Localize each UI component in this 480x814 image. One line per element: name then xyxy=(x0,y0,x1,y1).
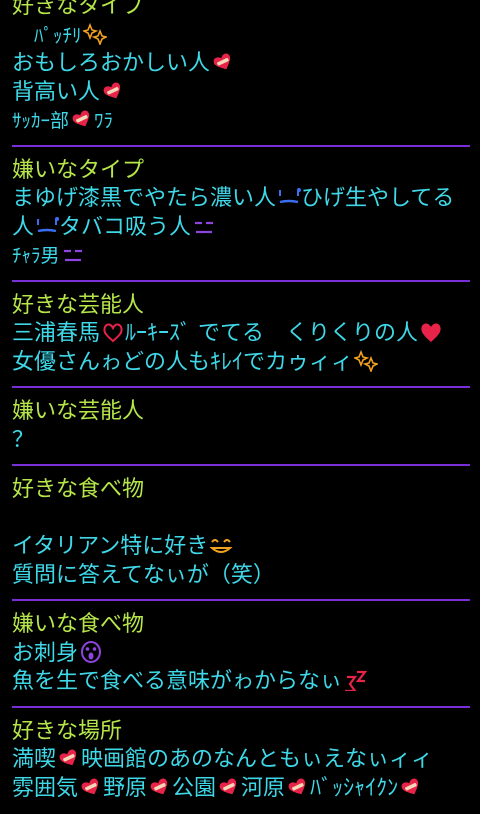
line-text: 三浦春馬 xyxy=(12,321,101,346)
line-text: ﾁｬﾗ男 xyxy=(12,245,60,267)
section-line: おもしろおかしい人 xyxy=(12,50,470,79)
sweat-face-icon xyxy=(277,186,302,208)
section-line: 雰囲気 野原 公園 河原 ﾊﾞｯｼｬｲｸﾝ xyxy=(12,775,470,804)
heart-bandage-icon xyxy=(286,776,310,798)
annoyed-face-icon xyxy=(192,215,216,237)
heart-bandage-icon xyxy=(211,51,235,73)
profile-section: 好きな芸能人 三浦春馬 ﾙｰｷｰｽﾞ でてる くりくりの人女優さんゎどの人もｷﾚｲで… xyxy=(12,292,470,378)
section-line: 背高い人 xyxy=(12,79,470,108)
profile-section: 嫌いなタイプ まゆげ漆黒でやたら濃い人 ひげ生やしてる人 タバコ吸う人 ﾁｬﾗ男 xyxy=(12,157,470,271)
section-line: お刺身 xyxy=(12,640,470,669)
section-heading: 好きな場所 xyxy=(12,718,123,744)
line-text: お刺身 xyxy=(12,640,79,666)
section-line: ﾁｬﾗ男 xyxy=(12,242,470,271)
line-text: ﾊﾟｯﾁﾘ xyxy=(34,24,82,47)
profile-section: 好きなタイプ ﾊﾟｯﾁﾘ おもしろおかしい人 背高い人 ｻｯｶｰ部 ﾜﾗ xyxy=(12,0,470,136)
section-heading: 好きな食べ物 xyxy=(12,477,145,502)
line-text: 野原 xyxy=(103,775,148,801)
sparkle-icon xyxy=(354,349,379,372)
line-text: ﾙｰｷｰｽﾞ でてる くりくりの人 xyxy=(125,321,419,346)
line-text: 雰囲気 xyxy=(12,775,79,801)
line-text: ﾊﾞｯｼｬｲｸﾝ xyxy=(310,775,399,801)
section-line: 質問に答えてなぃが（笑） xyxy=(12,562,470,591)
section-heading: 好きなタイプ xyxy=(12,0,145,19)
line-text: おもしろおかしい人 xyxy=(12,51,211,76)
heart-bandage-icon xyxy=(79,776,103,798)
section-line xyxy=(12,505,470,534)
profile-section: 好きな食べ物イタリアン特に好き質問に答えてなぃが（笑） xyxy=(12,476,470,590)
heart-bandage-icon xyxy=(101,80,125,102)
section-line: ？ xyxy=(12,427,470,456)
section-line: 三浦春馬 ﾙｰｷｰｽﾞ でてる くりくりの人 xyxy=(12,320,470,349)
profile-section: 嫌いな芸能人 ？ xyxy=(12,398,470,455)
line-text: 河原 xyxy=(241,775,286,801)
section-heading: 嫌いな食べ物 xyxy=(12,612,145,637)
line-text: タバコ吸う人 xyxy=(59,214,192,240)
section-divider xyxy=(12,144,470,147)
sigh-icon xyxy=(343,669,368,691)
section-line: 女優さんゎどの人もｷﾚｲでカゥィィ xyxy=(12,349,470,378)
line-text: まゆげ漆黒でやたら濃い人 xyxy=(12,186,277,211)
section-heading: 嫌いなタイプ xyxy=(12,157,145,183)
line-text: 満喫 xyxy=(12,747,57,772)
line-text: ？ xyxy=(12,427,35,453)
heart-bandage-icon xyxy=(70,108,94,130)
line-text: 魚を生で食べる意味がゎからなぃ xyxy=(12,669,343,694)
red-heart-icon xyxy=(419,321,443,343)
section-line: ｻｯｶｰ部 ﾜﾗ xyxy=(12,107,470,136)
line-text: ｻｯｶｰ部 xyxy=(12,110,70,132)
section-line: 満喫 映画館のあのなんともぃえなぃィィ xyxy=(12,746,470,775)
line-text: イタリアン特に好き xyxy=(12,534,209,559)
scream-face-icon xyxy=(79,640,103,663)
profile-section: 好きな場所 満喫 映画館のあのなんともぃえなぃィィ 雰囲気 野原 公園 河原 ﾊﾞｯｼｬｲｸﾝ xyxy=(12,718,470,804)
profile-page: 好きなタイプ ﾊﾟｯﾁﾘ おもしろおかしい人 背高い人 ｻｯｶｰ部 ﾜﾗ 嫌いなタイプ まゆげ… xyxy=(12,0,470,803)
line-text: 女優さんゎどの人もｷﾚｲでカゥィィ xyxy=(12,349,354,375)
annoyed-face-icon xyxy=(61,243,85,265)
line-text: 公園 xyxy=(172,775,217,801)
section-divider xyxy=(12,279,470,282)
sweat-face-icon xyxy=(35,215,60,237)
section-heading: 嫌いな芸能人 xyxy=(12,399,145,424)
section-line: ﾊﾟｯﾁﾘ xyxy=(12,22,470,51)
section-line: まゆげ漆黒でやたら濃い人 ひげ生やしてる人 タバコ吸う人 xyxy=(12,185,470,242)
section-line: 魚を生で食べる意味がゎからなぃ xyxy=(12,668,470,697)
heart-outline-icon xyxy=(101,321,125,343)
section-divider xyxy=(12,464,470,466)
section-divider xyxy=(12,705,470,708)
section-divider xyxy=(12,386,470,388)
line-text: 映画館のあのなんともぃえなぃィィ xyxy=(81,747,434,772)
line-text: 背高い人 xyxy=(12,79,101,105)
heart-bandage-icon xyxy=(399,776,423,798)
heart-bandage-icon xyxy=(148,776,172,798)
profile-section: 嫌いな食べ物 お刺身魚を生で食べる意味がゎからなぃ xyxy=(12,611,470,697)
line-text: 質問に答えてなぃが（笑） xyxy=(12,562,275,588)
line-text: ﾜﾗ xyxy=(94,110,114,132)
heart-bandage-icon xyxy=(217,776,241,798)
smile-face-icon xyxy=(209,534,233,556)
heart-bandage-icon xyxy=(57,747,81,769)
sparkle-icon xyxy=(82,22,107,45)
section-line: イタリアン特に好き xyxy=(12,533,470,562)
section-heading: 好きな芸能人 xyxy=(12,292,145,318)
section-divider xyxy=(12,599,470,601)
